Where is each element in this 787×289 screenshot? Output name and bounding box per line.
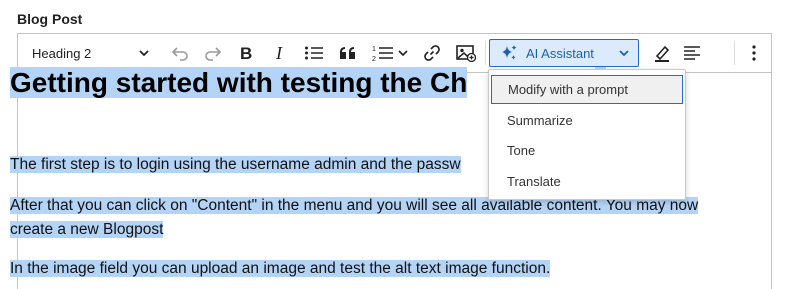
ai-menu-item-summarize[interactable]: Summarize [491,106,683,135]
italic-icon: I [272,45,288,61]
bulleted-list-icon [304,45,324,61]
svg-text:B: B [240,45,252,61]
heading-dropdown[interactable]: Heading 2 [24,39,154,67]
svg-text:2: 2 [372,56,376,62]
ai-menu-item-modify-with-prompt[interactable]: Modify with a prompt [491,75,683,104]
undo-button[interactable] [166,39,194,67]
content-paragraph: After that you can click on "Content" in… [10,194,735,242]
numbered-list-button[interactable]: 12 [368,39,412,67]
ai-menu-item-label: Translate [507,174,561,189]
align-button[interactable] [678,39,706,67]
italic-button[interactable]: I [266,39,294,67]
paragraph-text: The first step is to login using the use… [10,156,461,173]
toolbar-separator [734,41,735,65]
redo-button[interactable] [199,39,227,67]
content-paragraph: In the image field you can upload an ima… [10,257,735,281]
ai-menu-item-label: Modify with a prompt [508,82,628,97]
highlight-icon [653,44,671,62]
blockquote-icon [339,46,357,60]
paragraph-text-line: create a new Blogpost [10,221,164,238]
ai-sparkle-icon [500,44,518,62]
ai-menu-item-label: Tone [507,143,536,158]
field-label: Blog Post [17,11,83,27]
link-button[interactable] [418,39,446,67]
undo-icon [171,45,189,61]
toolbar-separator [485,41,486,65]
ai-menu-item-translate[interactable]: Translate [491,167,683,196]
align-left-icon [683,45,701,61]
ai-assistant-label: AI Assistant [526,45,594,61]
ai-menu-item-label: Summarize [507,113,573,128]
bold-icon: B [238,45,254,61]
highlight-button[interactable] [648,39,676,67]
more-vertical-icon [751,44,757,62]
content-heading-text: Getting started with testing the Ch [10,67,468,98]
paragraph-text: In the image field you can upload an ima… [10,260,551,277]
numbered-list-icon: 12 [372,44,394,62]
svg-text:1: 1 [372,46,376,53]
more-options-button[interactable] [740,39,768,67]
redo-icon [204,45,222,61]
heading-dropdown-value: Heading 2 [32,45,92,61]
bold-button[interactable]: B [232,39,260,67]
insert-image-icon [456,44,476,62]
insert-image-button[interactable] [452,39,480,67]
ai-menu-item-tone[interactable]: Tone [491,136,683,165]
blockquote-button[interactable] [334,39,362,67]
svg-text:I: I [275,45,283,61]
ai-assistant-button[interactable]: AI Assistant [489,39,639,67]
ai-assistant-menu: Modify with a prompt Summarize Tone Tran… [488,69,686,200]
chevron-down-icon [618,47,630,59]
bulleted-list-button[interactable] [300,39,328,67]
link-icon [423,44,441,62]
chevron-down-icon [138,47,150,59]
chevron-down-icon [398,48,408,58]
